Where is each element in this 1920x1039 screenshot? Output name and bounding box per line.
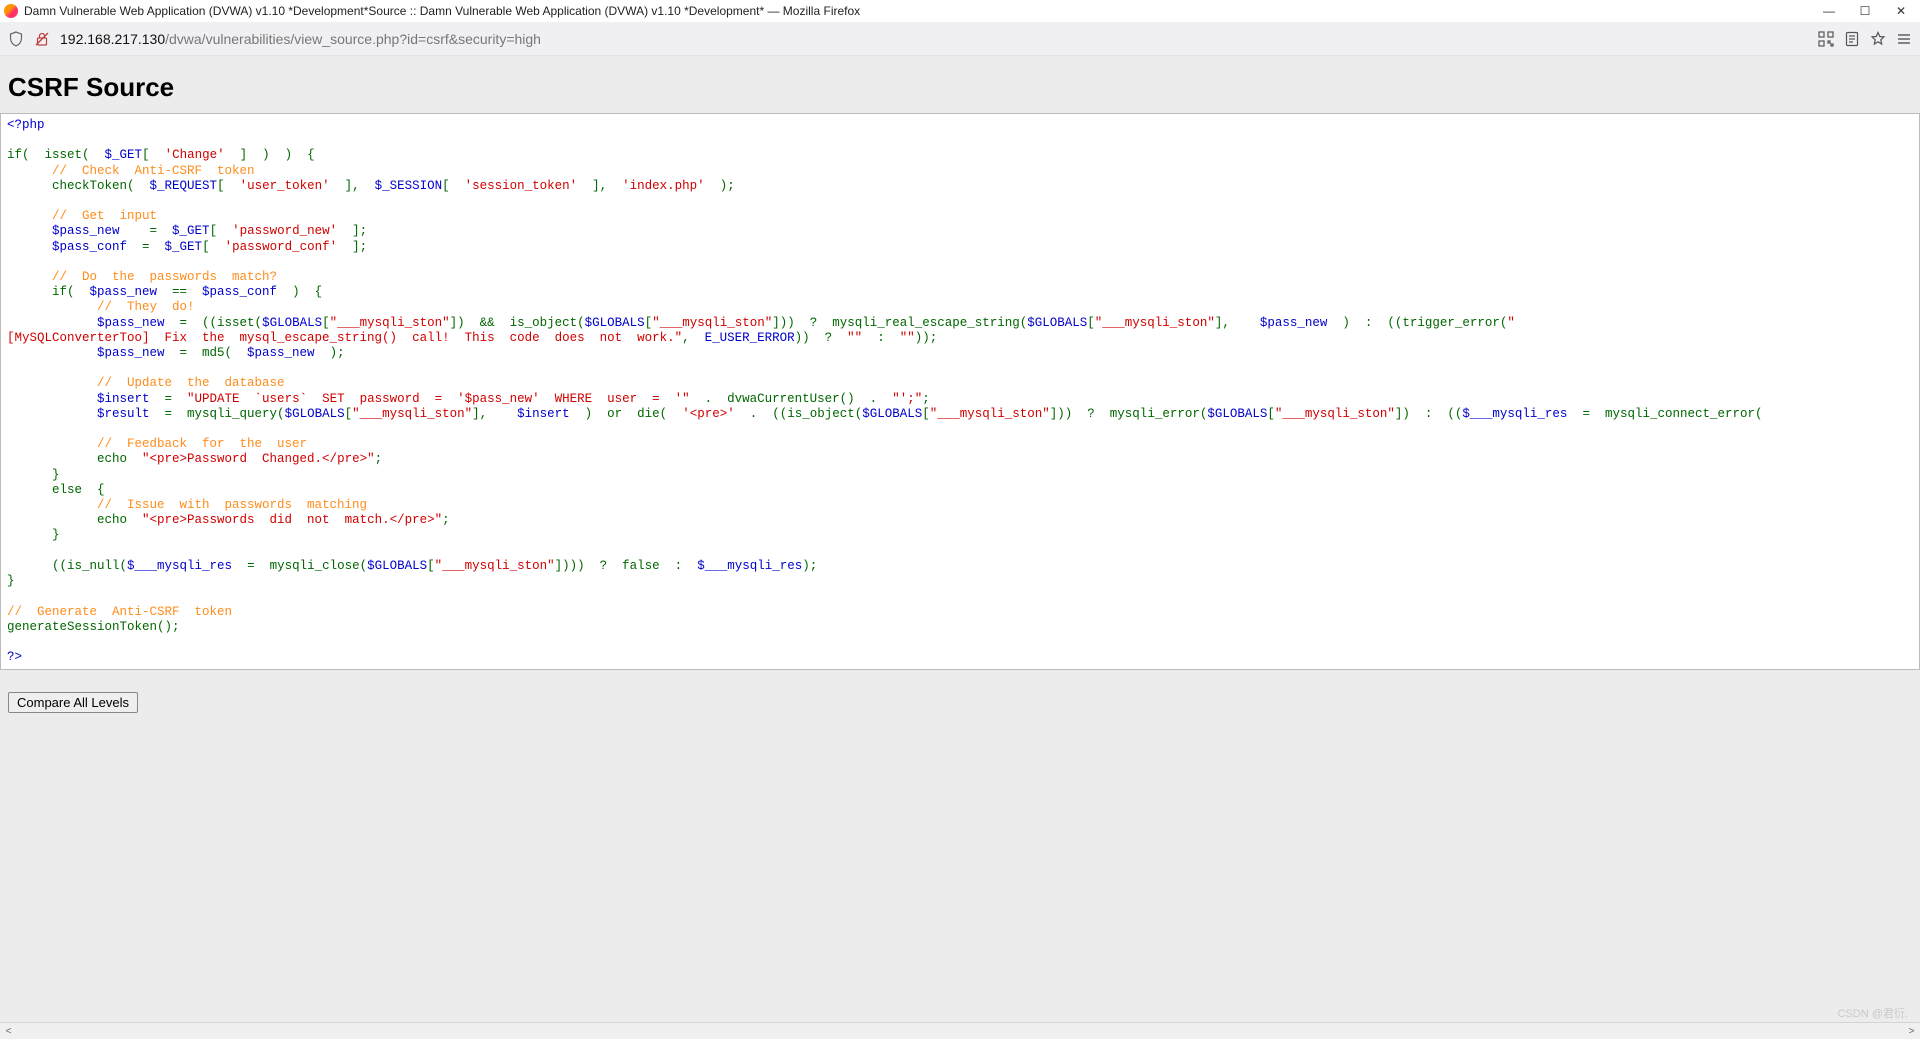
url-host: 192.168.217.130 — [60, 31, 165, 47]
url-text[interactable]: 192.168.217.130/dvwa/vulnerabilities/vie… — [60, 31, 1808, 47]
window-controls: — ☐ ✕ — [1822, 4, 1916, 18]
source-code-box: <?php if( isset( $_GET[ 'Change' ] ) ) {… — [0, 113, 1920, 670]
close-button[interactable]: ✕ — [1894, 4, 1908, 18]
scroll-left-arrow[interactable]: < — [0, 1023, 17, 1039]
page-content: CSRF Source <?php if( isset( $_GET[ 'Cha… — [0, 56, 1920, 1022]
qr-icon[interactable] — [1818, 31, 1834, 47]
scroll-right-arrow[interactable]: > — [1903, 1023, 1920, 1039]
window-title: Damn Vulnerable Web Application (DVWA) v… — [24, 4, 1822, 18]
reader-icon[interactable] — [1844, 31, 1860, 47]
window-titlebar: Damn Vulnerable Web Application (DVWA) v… — [0, 0, 1920, 22]
source-code: <?php if( isset( $_GET[ 'Change' ] ) ) {… — [7, 118, 1913, 665]
firefox-icon — [4, 4, 18, 18]
horizontal-scrollbar[interactable]: < > — [0, 1022, 1920, 1039]
compare-all-levels-button[interactable]: Compare All Levels — [8, 692, 138, 713]
lock-warning-icon[interactable] — [34, 31, 50, 47]
page-title: CSRF Source — [8, 72, 1920, 103]
url-path: /dvwa/vulnerabilities/view_source.php?id… — [165, 31, 541, 47]
address-bar: 192.168.217.130/dvwa/vulnerabilities/vie… — [0, 22, 1920, 56]
shield-icon[interactable] — [8, 31, 24, 47]
bookmark-icon[interactable] — [1870, 31, 1886, 47]
maximize-button[interactable]: ☐ — [1858, 4, 1872, 18]
menu-icon[interactable] — [1896, 31, 1912, 47]
minimize-button[interactable]: — — [1822, 4, 1836, 18]
scroll-track[interactable] — [17, 1023, 1903, 1039]
